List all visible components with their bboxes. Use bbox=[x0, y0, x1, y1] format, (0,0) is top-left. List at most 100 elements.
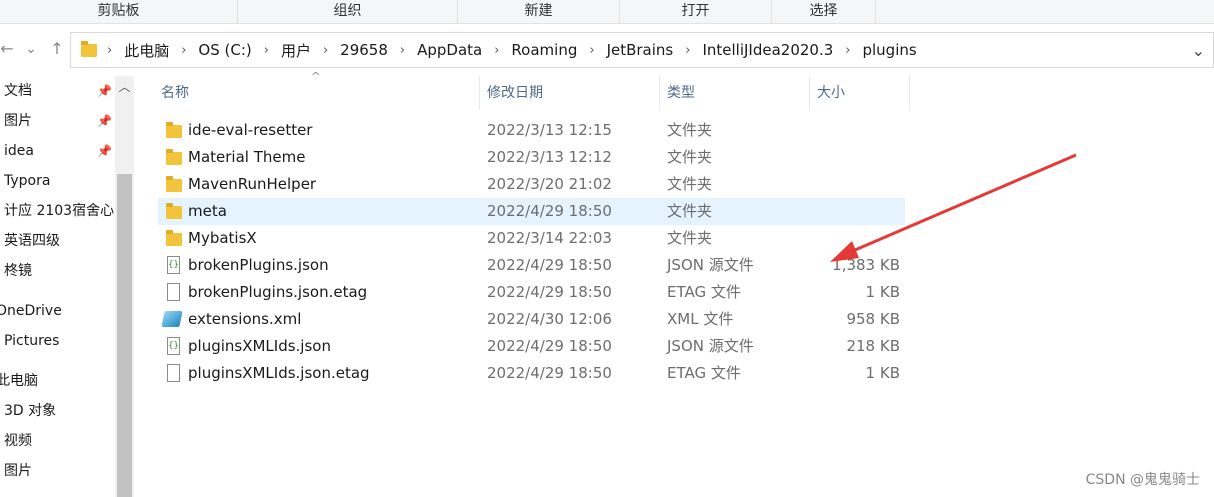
nav-item-typora[interactable]: Typora bbox=[4, 168, 50, 194]
sort-ascending-icon: ^ bbox=[311, 70, 321, 83]
folder-icon bbox=[166, 122, 182, 138]
file-row[interactable]: {} brokenPlugins.json 2022/4/29 18:50 JSON … bbox=[158, 252, 905, 279]
scroll-thumb[interactable] bbox=[117, 174, 132, 497]
crumb-roaming[interactable]: Roaming bbox=[511, 41, 577, 59]
ribbon-group-select: 选择 bbox=[772, 0, 876, 24]
file-icon bbox=[167, 283, 180, 301]
file-modified-date: 2022/4/30 12:06 bbox=[487, 310, 612, 328]
file-size: 1 KB bbox=[865, 283, 900, 301]
nav-item-label: 图片 bbox=[4, 463, 32, 479]
nav-item-videos[interactable]: 视频 bbox=[4, 428, 32, 454]
xml-file-icon bbox=[161, 311, 183, 327]
folder-icon bbox=[166, 176, 182, 192]
file-row[interactable]: extensions.xml 2022/4/30 12:06 XML 文件 958 K… bbox=[158, 306, 905, 333]
nav-item-mirror[interactable]: 柊镜 bbox=[4, 258, 32, 284]
column-divider[interactable] bbox=[909, 76, 910, 110]
nav-item-3d-objects[interactable]: 3D 对象 bbox=[4, 398, 56, 424]
file-type: 文件夹 bbox=[667, 148, 713, 166]
file-modified-date: 2022/4/29 18:50 bbox=[487, 283, 612, 301]
file-modified-date: 2022/4/29 18:50 bbox=[487, 364, 612, 382]
pin-icon: 📌 bbox=[97, 84, 112, 98]
address-row: ← ⌄ ↑ › 此电脑 › OS (C:) › 用户 › 29658 › App… bbox=[0, 28, 1214, 70]
file-size: 218 KB bbox=[846, 337, 900, 355]
column-header-type[interactable]: 类型 bbox=[667, 76, 695, 110]
file-name: MavenRunHelper bbox=[188, 175, 317, 193]
file-type: 文件夹 bbox=[667, 202, 713, 220]
file-name: MybatisX bbox=[188, 229, 257, 247]
pin-icon: 📌 bbox=[97, 144, 112, 158]
file-row[interactable]: meta 2022/4/29 18:50 文件夹 bbox=[158, 198, 905, 225]
scroll-up-icon[interactable]: ︿ bbox=[115, 78, 134, 96]
file-name: extensions.xml bbox=[188, 310, 302, 328]
nav-item-onedrive-pictures[interactable]: Pictures bbox=[4, 328, 59, 354]
crumb-plugins[interactable]: plugins bbox=[862, 41, 916, 59]
pin-icon: 📌 bbox=[97, 114, 112, 128]
file-row[interactable]: MavenRunHelper 2022/3/20 21:02 文件夹 bbox=[158, 171, 905, 198]
nav-item-cet4[interactable]: 英语四级 bbox=[4, 228, 60, 254]
nav-item-this-pc[interactable]: 此电脑 bbox=[0, 368, 38, 394]
nav-item-pictures[interactable]: 图片 bbox=[4, 108, 32, 134]
file-icon bbox=[167, 364, 180, 382]
column-divider[interactable] bbox=[809, 76, 810, 110]
column-header-size[interactable]: 大小 bbox=[817, 76, 845, 110]
column-divider[interactable] bbox=[479, 76, 480, 110]
crumb-intellij[interactable]: IntelliJIdea2020.3 bbox=[702, 41, 833, 59]
column-divider[interactable] bbox=[659, 76, 660, 110]
ribbon-group-new: 新建 bbox=[458, 0, 620, 24]
file-modified-date: 2022/4/29 18:50 bbox=[487, 337, 612, 355]
crumb-users[interactable]: 用户 bbox=[281, 40, 311, 61]
file-row[interactable]: MybatisX 2022/3/14 22:03 文件夹 bbox=[158, 225, 905, 252]
nav-item-idea[interactable]: idea bbox=[4, 138, 34, 164]
breadcrumb: › 此电脑 › OS (C:) › 用户 › 29658 › AppData ›… bbox=[81, 33, 917, 67]
folder-icon bbox=[166, 203, 182, 219]
nav-item-label: 柊镜 bbox=[4, 263, 32, 279]
up-icon[interactable]: ↑ bbox=[46, 38, 68, 60]
crumb-appdata[interactable]: AppData bbox=[417, 41, 482, 59]
nav-item-label: Typora bbox=[4, 173, 51, 189]
folder-icon bbox=[166, 149, 182, 165]
crumb-user[interactable]: 29658 bbox=[340, 41, 388, 59]
file-type: ETAG 文件 bbox=[667, 364, 741, 382]
file-name: brokenPlugins.json.etag bbox=[188, 283, 368, 301]
file-name: brokenPlugins.json bbox=[188, 256, 329, 274]
nav-item-label: Pictures bbox=[4, 333, 60, 349]
folder-icon bbox=[166, 230, 182, 246]
file-modified-date: 2022/3/13 12:15 bbox=[487, 121, 612, 139]
file-row[interactable]: brokenPlugins.json.etag 2022/4/29 18:50 ET… bbox=[158, 279, 905, 306]
json-file-icon: {} bbox=[167, 337, 180, 355]
file-type: JSON 源文件 bbox=[667, 256, 754, 274]
json-file-icon: {} bbox=[167, 256, 180, 274]
file-row[interactable]: pluginsXMLIds.json.etag 2022/4/29 18:50 ET… bbox=[158, 360, 905, 387]
file-modified-date: 2022/3/14 22:03 bbox=[487, 229, 612, 247]
nav-item-label: 英语四级 bbox=[4, 233, 60, 249]
navigation-pane: 文档 📌 图片 📌 idea 📌 Typora 计应 2103宿舍心 英语四级 … bbox=[0, 76, 134, 497]
nav-scrollbar[interactable]: ︿ bbox=[115, 76, 134, 497]
folder-icon bbox=[81, 40, 97, 57]
watermark: CSDN @鬼鬼骑士 bbox=[1085, 472, 1200, 488]
crumb-this-pc[interactable]: 此电脑 bbox=[124, 40, 169, 61]
file-row[interactable]: ide-eval-resetter 2022/3/13 12:15 文件夹 bbox=[158, 117, 905, 144]
crumb-jetbrains[interactable]: JetBrains bbox=[607, 41, 674, 59]
recent-locations-icon[interactable]: ⌄ bbox=[20, 38, 42, 60]
nav-item-documents[interactable]: 文档 bbox=[4, 78, 32, 104]
back-icon[interactable]: ← bbox=[0, 38, 18, 60]
file-name: meta bbox=[188, 202, 227, 220]
file-name: ide-eval-resetter bbox=[188, 121, 313, 139]
file-name: Material Theme bbox=[188, 148, 306, 166]
file-row[interactable]: {} pluginsXMLIds.json 2022/4/29 18:50 JSON … bbox=[158, 333, 905, 360]
chevron-down-icon[interactable]: ⌄ bbox=[1192, 41, 1205, 60]
nav-item-onedrive[interactable]: OneDrive bbox=[0, 298, 62, 324]
column-header-date[interactable]: 修改日期 bbox=[487, 76, 543, 110]
nav-item-pc-pictures[interactable]: 图片 bbox=[4, 458, 32, 484]
file-size: 958 KB bbox=[846, 310, 900, 328]
column-header-name[interactable]: 名称 bbox=[161, 76, 189, 110]
crumb-drive[interactable]: OS (C:) bbox=[198, 41, 251, 59]
ribbon-group-open: 打开 bbox=[620, 0, 772, 24]
file-type: 文件夹 bbox=[667, 121, 713, 139]
address-bar[interactable]: › 此电脑 › OS (C:) › 用户 › 29658 › AppData ›… bbox=[70, 32, 1214, 68]
nav-item-dorm[interactable]: 计应 2103宿舍心 bbox=[4, 198, 114, 224]
nav-item-label: OneDrive bbox=[0, 303, 62, 319]
ribbon-group-labels: 剪贴板 组织 新建 打开 选择 bbox=[0, 0, 1214, 24]
file-row[interactable]: Material Theme 2022/3/13 12:12 文件夹 bbox=[158, 144, 905, 171]
file-modified-date: 2022/4/29 18:50 bbox=[487, 256, 612, 274]
